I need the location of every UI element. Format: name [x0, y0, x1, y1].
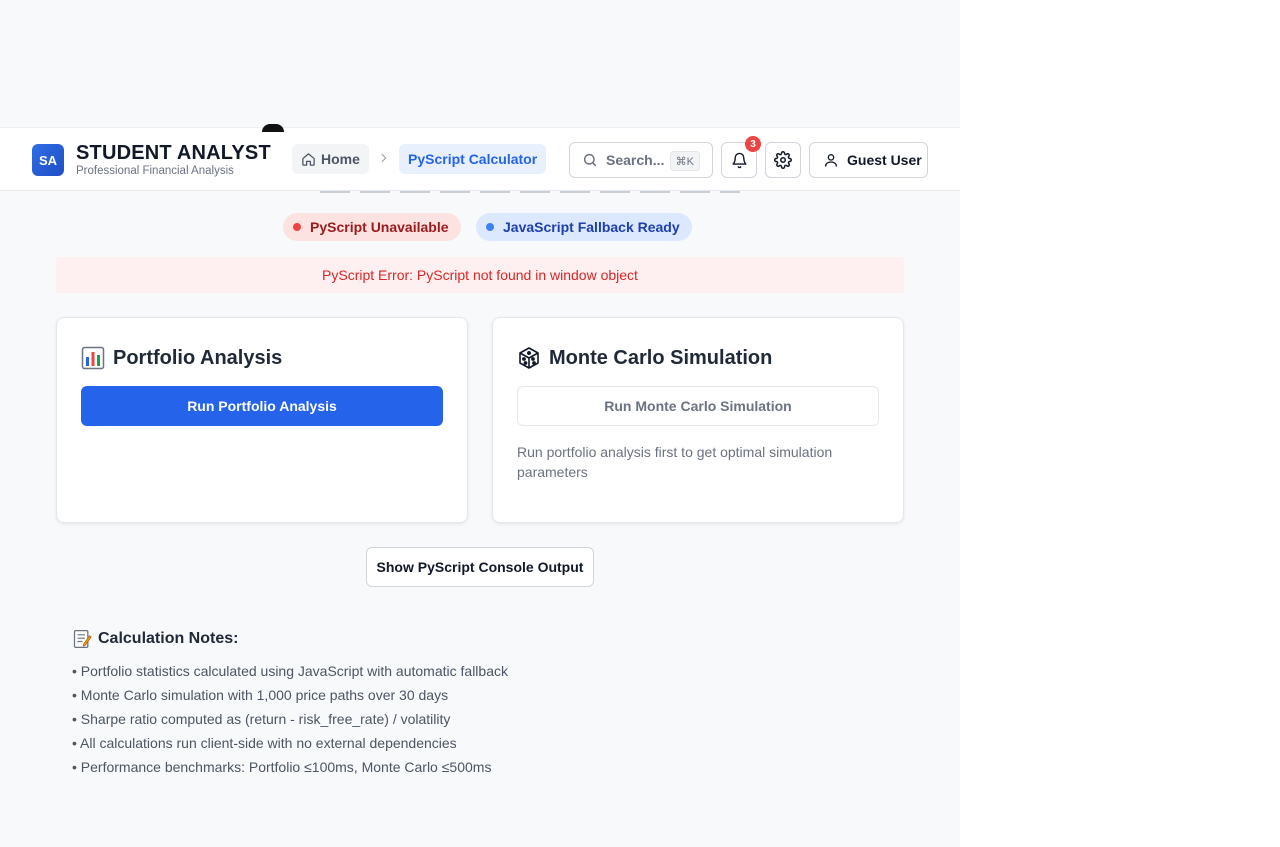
breadcrumb-current-label: PyScript Calculator [408, 151, 538, 167]
app-subtitle: Professional Financial Analysis [76, 165, 234, 177]
home-icon [302, 152, 315, 166]
list-item: • Sharpe ratio computed as (return - ris… [72, 711, 451, 727]
app-title: STUDENT ANALYST [76, 142, 271, 164]
pyscript-status-label: PyScript Unavailable [310, 219, 449, 235]
settings-button[interactable] [765, 142, 801, 178]
calculation-notes-list: • Portfolio statistics calculated using … [72, 659, 508, 779]
search-placeholder: Search... [606, 152, 665, 168]
page: SA STUDENT ANALYST Professional Financia… [0, 0, 960, 847]
user-label: Guest User [847, 152, 922, 168]
portfolio-title-text: Portfolio Analysis [113, 346, 283, 369]
monte-carlo-card: Monte Carlo Simulation Run Monte Carlo S… [492, 317, 904, 523]
status-dot-red [293, 223, 301, 231]
clipped-subtitle-fragment [0, 191, 960, 194]
fallback-status-badge: JavaScript Fallback Ready [476, 213, 692, 241]
bar-chart-icon [81, 346, 105, 370]
list-item: • Portfolio statistics calculated using … [72, 663, 508, 679]
show-console-output-button[interactable]: Show PyScript Console Output [366, 547, 594, 587]
run-monte-carlo-button[interactable]: Run Monte Carlo Simulation [517, 386, 879, 426]
run-portfolio-analysis-button[interactable]: Run Portfolio Analysis [81, 386, 443, 426]
search-shortcut: ⌘K [669, 151, 700, 171]
monte-carlo-hint: Run portfolio analysis first to get opti… [517, 444, 833, 480]
chevron-right-icon [381, 153, 387, 163]
search-icon [583, 153, 597, 167]
dice-icon [517, 346, 541, 370]
brand[interactable]: SA STUDENT ANALYST Professional Financia… [32, 143, 271, 178]
gear-icon [774, 151, 792, 169]
memo-icon [72, 629, 92, 649]
breadcrumb-home-label: Home [321, 151, 360, 167]
user-icon [825, 154, 837, 167]
bell-icon [731, 152, 747, 168]
monte-carlo-card-title: Monte Carlo Simulation [517, 346, 772, 370]
search-button[interactable]: Search... ⌘K [569, 142, 713, 178]
portfolio-analysis-card: Portfolio Analysis Run Portfolio Analysi… [56, 317, 468, 523]
top-header: SA STUDENT ANALYST Professional Financia… [0, 124, 960, 191]
logo-badge: SA [32, 144, 64, 177]
list-item: • All calculations run client-side with … [72, 735, 457, 751]
list-item: • Monte Carlo simulation with 1,000 pric… [72, 687, 449, 703]
fallback-status-label: JavaScript Fallback Ready [503, 219, 680, 235]
portfolio-card-title: Portfolio Analysis [81, 346, 282, 370]
monte-carlo-title-text: Monte Carlo Simulation [549, 346, 773, 369]
user-menu-button[interactable]: Guest User [809, 142, 928, 178]
pyscript-status-badge: PyScript Unavailable [283, 213, 461, 241]
status-dot-blue [486, 223, 494, 231]
breadcrumb-home[interactable]: Home [292, 144, 369, 174]
calculation-notes-heading: Calculation Notes: [72, 629, 238, 649]
logo-overflow-fragment [262, 124, 284, 132]
notifications-button[interactable]: 3 [721, 136, 761, 178]
error-banner: PyScript Error: PyScript not found in wi… [56, 257, 904, 293]
list-item: • Performance benchmarks: Portfolio ≤100… [72, 759, 492, 775]
breadcrumb-current[interactable]: PyScript Calculator [399, 144, 547, 174]
notes-title-text: Calculation Notes: [98, 630, 239, 647]
notification-count-badge: 3 [745, 136, 761, 152]
